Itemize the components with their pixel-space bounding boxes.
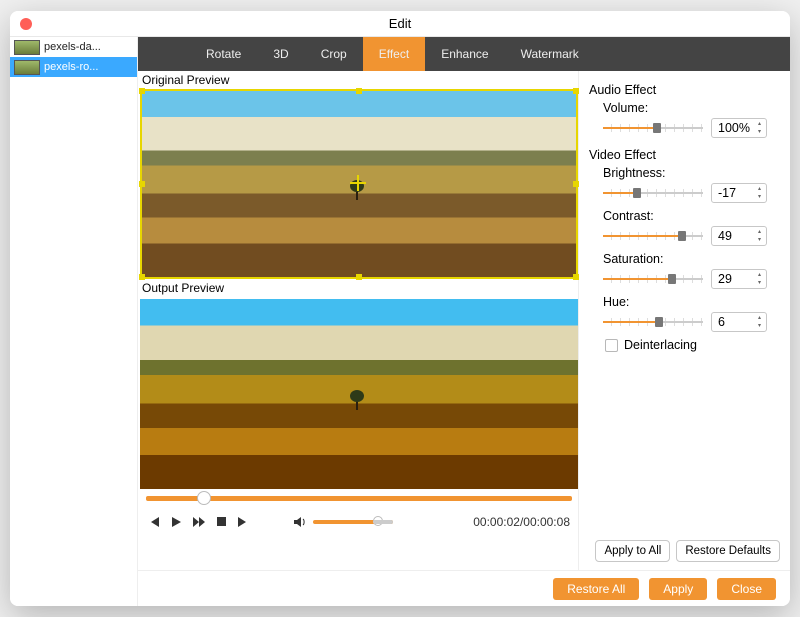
tab-crop[interactable]: Crop — [305, 37, 363, 71]
original-preview[interactable] — [140, 89, 578, 279]
footer: Restore All Apply Close — [138, 570, 790, 606]
volume-param: Volume: 100% ▴▾ — [603, 101, 780, 138]
preview-column: Original Preview Output — [138, 71, 578, 570]
crop-handle[interactable] — [139, 181, 145, 187]
main-area: Rotate 3D Crop Effect Enhance Watermark … — [138, 37, 790, 606]
tab-effect[interactable]: Effect — [363, 37, 425, 71]
brightness-value-input[interactable]: -17 ▴▾ — [711, 183, 767, 203]
crop-handle[interactable] — [139, 88, 145, 94]
timeline[interactable] — [140, 489, 578, 507]
thumbnail-icon — [14, 40, 40, 55]
close-button[interactable]: Close — [717, 578, 776, 600]
window-title: Edit — [389, 16, 411, 31]
step-up-icon[interactable]: ▴ — [754, 120, 765, 128]
contrast-slider[interactable] — [603, 231, 703, 241]
saturation-label: Saturation: — [603, 252, 780, 266]
saturation-value-input[interactable]: 29 ▴▾ — [711, 269, 767, 289]
step-down-icon[interactable]: ▾ — [754, 236, 765, 244]
restore-defaults-button[interactable]: Restore Defaults — [676, 540, 780, 562]
saturation-slider[interactable] — [603, 274, 703, 284]
brightness-slider[interactable] — [603, 188, 703, 198]
crop-handle[interactable] — [356, 88, 362, 94]
original-preview-label: Original Preview — [140, 71, 578, 89]
step-up-icon[interactable]: ▴ — [754, 228, 765, 236]
deinterlacing-checkbox-row[interactable]: Deinterlacing — [603, 338, 780, 352]
contrast-label: Contrast: — [603, 209, 780, 223]
hue-label: Hue: — [603, 295, 780, 309]
contrast-value-input[interactable]: 49 ▴▾ — [711, 226, 767, 246]
apply-button[interactable]: Apply — [649, 578, 707, 600]
hue-slider[interactable] — [603, 317, 703, 327]
effects-panel: Audio Effect Volume: — [578, 71, 790, 570]
play-icon[interactable] — [170, 516, 182, 528]
skip-back-icon[interactable] — [148, 516, 160, 528]
sidebar-item-label: pexels-ro... — [44, 61, 98, 73]
output-preview-label: Output Preview — [140, 279, 578, 297]
tab-enhance[interactable]: Enhance — [425, 37, 504, 71]
volume-label: Volume: — [603, 101, 780, 115]
tab-watermark[interactable]: Watermark — [505, 37, 595, 71]
hue-value-input[interactable]: 6 ▴▾ — [711, 312, 767, 332]
audio-section-title: Audio Effect — [589, 83, 780, 97]
playhead[interactable] — [197, 491, 211, 505]
crop-handle[interactable] — [139, 274, 145, 280]
restore-all-button[interactable]: Restore All — [553, 578, 639, 600]
deinterlacing-checkbox[interactable] — [605, 339, 618, 352]
step-down-icon[interactable]: ▾ — [754, 322, 765, 330]
step-down-icon[interactable]: ▾ — [754, 193, 765, 201]
step-down-icon[interactable]: ▾ — [754, 279, 765, 287]
edit-window: Edit pexels-da... pexels-ro... Rotate 3D… — [10, 11, 790, 606]
video-section-title: Video Effect — [589, 148, 780, 162]
volume-effect-slider[interactable] — [603, 123, 703, 133]
volume-slider[interactable] — [313, 520, 393, 524]
skip-forward-icon[interactable] — [237, 516, 249, 528]
volume-icon[interactable] — [293, 516, 307, 528]
output-preview — [140, 299, 578, 489]
titlebar: Edit — [10, 11, 790, 37]
stop-icon[interactable] — [216, 516, 227, 528]
time-display: 00:00:02/00:00:08 — [473, 515, 570, 529]
thumbnail-icon — [14, 60, 40, 75]
edit-tabs: Rotate 3D Crop Effect Enhance Watermark — [138, 37, 790, 71]
sidebar-item-label: pexels-da... — [44, 41, 101, 53]
tab-rotate[interactable]: Rotate — [190, 37, 257, 71]
step-up-icon[interactable]: ▴ — [754, 271, 765, 279]
crop-handle[interactable] — [356, 274, 362, 280]
brightness-label: Brightness: — [603, 166, 780, 180]
window-close-icon[interactable] — [20, 18, 32, 30]
deinterlacing-label: Deinterlacing — [624, 338, 697, 352]
crop-handle[interactable] — [573, 88, 579, 94]
volume-value-input[interactable]: 100% ▴▾ — [711, 118, 767, 138]
volume-knob[interactable] — [373, 516, 383, 526]
crop-handle[interactable] — [573, 274, 579, 280]
step-up-icon[interactable]: ▴ — [754, 185, 765, 193]
fast-forward-icon[interactable] — [192, 516, 206, 528]
tab-3d[interactable]: 3D — [257, 37, 304, 71]
sidebar-item[interactable]: pexels-da... — [10, 37, 137, 57]
sidebar-item[interactable]: pexels-ro... — [10, 57, 137, 77]
tree-icon — [350, 390, 364, 410]
timeline-track[interactable] — [146, 496, 572, 501]
apply-to-all-button[interactable]: Apply to All — [595, 540, 670, 562]
step-down-icon[interactable]: ▾ — [754, 128, 765, 136]
crop-center-handle[interactable] — [350, 175, 366, 191]
crop-handle[interactable] — [573, 181, 579, 187]
step-up-icon[interactable]: ▴ — [754, 314, 765, 322]
file-sidebar: pexels-da... pexels-ro... — [10, 37, 138, 606]
playback-controls: 00:00:02/00:00:08 — [140, 507, 578, 537]
